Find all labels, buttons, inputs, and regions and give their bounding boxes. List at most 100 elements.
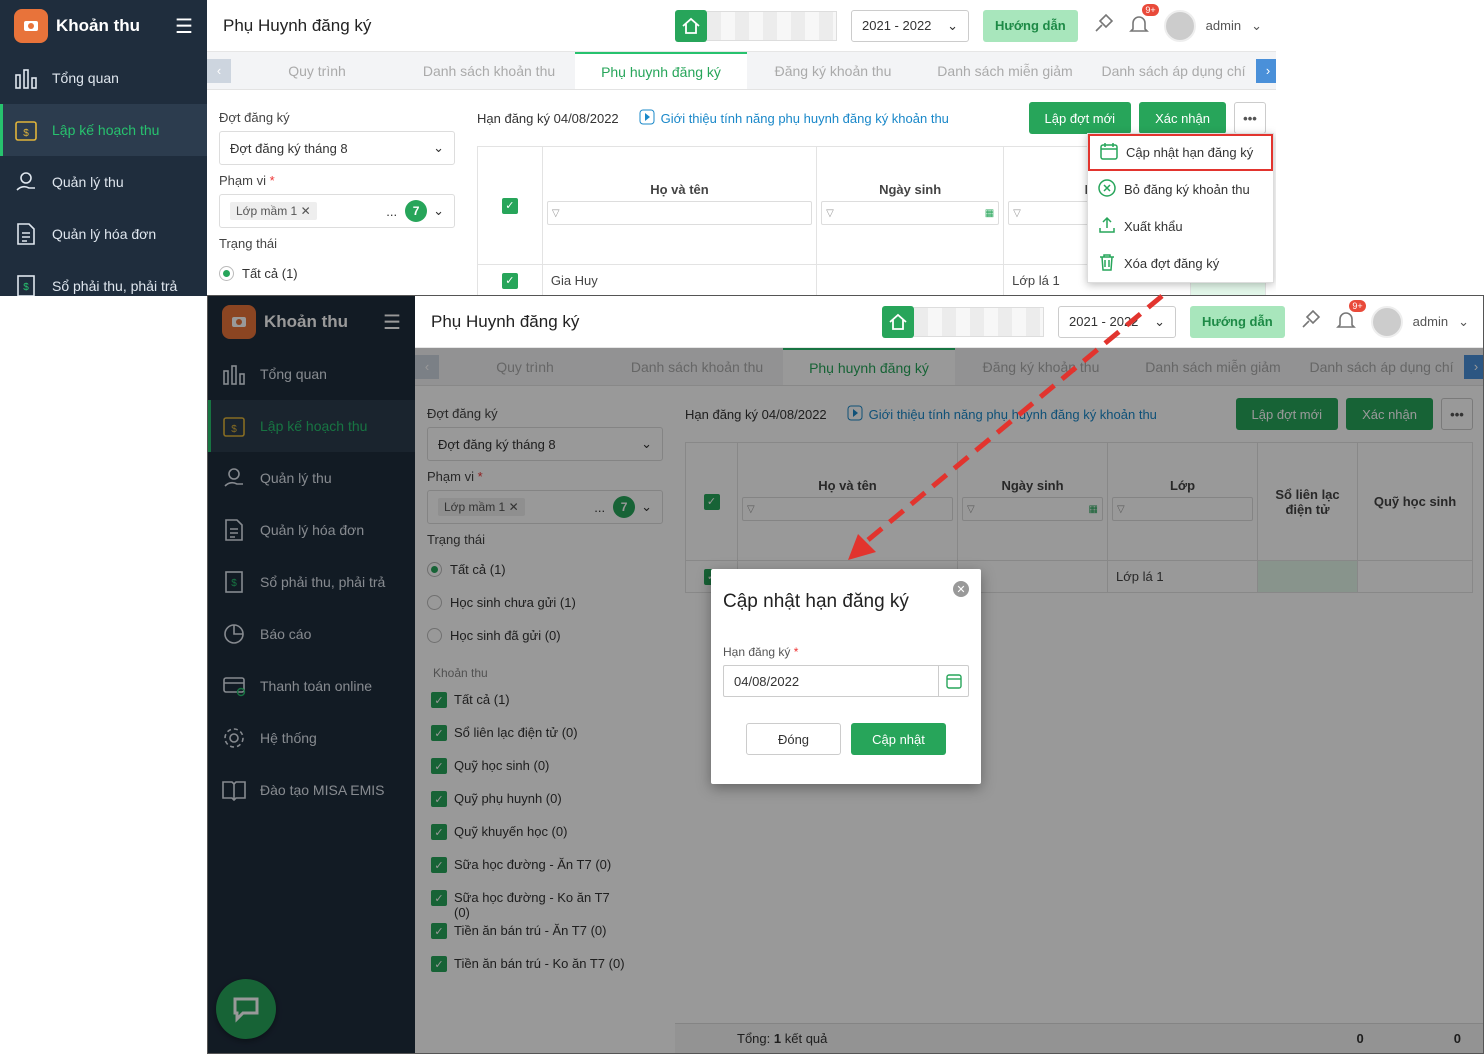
filter-input[interactable]: ▽ xyxy=(546,201,813,225)
school-year-value: 2021 - 2022 xyxy=(862,18,932,33)
filter-input[interactable]: ▽ ▦ xyxy=(821,201,1000,225)
filter-icon: ▽ xyxy=(1013,207,1021,219)
tab-dang-ky-khoan-thu[interactable]: Đăng ký khoản thu xyxy=(747,52,919,89)
hand-coin-icon xyxy=(12,168,40,196)
sidebar-item-quan-ly-hoa-don[interactable]: Quản lý hóa đơn xyxy=(0,208,207,260)
period-select[interactable]: Đợt đăng ký tháng 8 ⌄ xyxy=(219,131,455,165)
period-label: Đợt đăng ký xyxy=(219,110,290,125)
home-icon[interactable] xyxy=(882,305,915,338)
school-year-value: 2021 - 2022 xyxy=(1069,314,1139,329)
close-button[interactable]: Đóng xyxy=(746,723,841,755)
menu-item-export[interactable]: Xuất khẩu xyxy=(1088,208,1273,245)
school-year-select[interactable]: 2021 - 2022 ⌄ xyxy=(851,9,970,42)
cancel-circle-icon xyxy=(1098,179,1116,200)
select-all-cell: ✓ xyxy=(477,146,543,265)
status-radio-all[interactable]: Tất cả (1) xyxy=(219,257,455,290)
column-title: Họ và tên xyxy=(650,182,709,197)
intro-link-text: Giới thiệu tính năng phụ huynh đăng ký k… xyxy=(660,110,949,126)
update-deadline-dialog: Cập nhật hạn đăng ký ✕ Hạn đăng ký * 04/… xyxy=(711,569,981,784)
notification-badge: 9+ xyxy=(1142,4,1159,16)
app-name: Khoản thu xyxy=(56,16,141,35)
topbar: Phụ Huynh đăng ký 2021 - 2022 ⌄ Hướng dẫn… xyxy=(207,0,1276,52)
export-icon xyxy=(1098,216,1116,237)
select-all-checkbox[interactable]: ✓ xyxy=(501,197,518,214)
close-icon[interactable]: ✕ xyxy=(953,581,969,597)
deadline-date-input[interactable]: 04/08/2022 xyxy=(723,665,969,697)
more-button[interactable]: ••• xyxy=(1234,102,1266,134)
sidebar-item-quan-ly-thu[interactable]: Quản lý thu xyxy=(0,156,207,208)
menu-toggle-icon[interactable]: ☰ xyxy=(175,14,193,39)
home-icon[interactable] xyxy=(675,9,708,42)
sidebar-item-label: Sổ phải thu, phải trả xyxy=(52,278,178,294)
trash-icon xyxy=(1098,253,1116,274)
tab-danh-sach-ap-dung[interactable]: Danh sách áp dụng chí xyxy=(1091,52,1256,89)
ledger-icon: $ xyxy=(12,272,40,296)
tab-scroll-left-icon[interactable]: ‹ xyxy=(207,58,231,83)
avatar xyxy=(1370,305,1403,338)
date-value: 04/08/2022 xyxy=(734,673,800,689)
app-logo-icon xyxy=(14,9,48,43)
menu-item-label: Bỏ đăng ký khoản thu xyxy=(1124,182,1250,197)
required-mark: * xyxy=(269,173,275,188)
page-title: Phụ Huynh đăng ký xyxy=(223,15,372,35)
scope-label: Phạm vi xyxy=(219,173,266,188)
school-year-select[interactable]: 2021 - 2022 ⌄ xyxy=(1058,305,1177,338)
scope-more: ... xyxy=(386,203,398,219)
sidebar-item-lap-ke-hoach-thu[interactable]: $ Lập kế hoạch thu xyxy=(0,104,207,156)
sidebar: Khoản thu ☰ Tổng quan $ Lập kế hoạch thu … xyxy=(0,0,207,296)
school-name-redacted xyxy=(707,10,838,41)
sidebar-item-label: Quản lý thu xyxy=(52,174,124,190)
scope-chip-label: Lớp mầm 1 xyxy=(236,204,298,218)
user-menu[interactable]: admin ⌄ xyxy=(1370,305,1469,338)
sidebar-item-label: Lập kế hoạch thu xyxy=(52,122,160,138)
scope-select[interactable]: Lớp mầm 1 ✕... 7 ⌄ xyxy=(219,194,455,228)
filter-panel: Đợt đăng ký Đợt đăng ký tháng 8 ⌄ Phạm vi… xyxy=(207,90,467,296)
new-period-button[interactable]: Lập đợt mới xyxy=(1028,102,1132,134)
tab-quy-trinh[interactable]: Quy trình xyxy=(231,52,403,89)
row-checkbox[interactable]: ✓ xyxy=(501,272,518,289)
tab-danh-sach-mien-giam[interactable]: Danh sách miễn giảm xyxy=(919,52,1091,89)
guide-button[interactable]: Hướng dẫn xyxy=(983,9,1078,42)
pin-icon[interactable] xyxy=(1299,309,1321,334)
chevron-down-icon: ⌄ xyxy=(433,140,444,155)
intro-link[interactable]: Giới thiệu tính năng phụ huynh đăng ký k… xyxy=(639,109,949,128)
school-name-redacted xyxy=(914,306,1045,337)
scope-chip[interactable]: Lớp mầm 1 ✕ xyxy=(230,202,317,220)
radio-icon xyxy=(219,266,234,281)
update-button[interactable]: Cập nhật xyxy=(851,723,946,755)
tab-danh-sach-khoan-thu[interactable]: Danh sách khoản thu xyxy=(403,52,575,89)
tab-phu-huynh-dang-ky[interactable]: Phụ huynh đăng ký xyxy=(575,52,747,89)
notification-bell-icon[interactable]: 9+ xyxy=(1335,300,1366,334)
chevron-down-icon: ⌄ xyxy=(1458,313,1469,329)
invoice-icon xyxy=(12,220,40,248)
chevron-down-icon: ⌄ xyxy=(433,203,444,218)
calendar-money-icon: $ xyxy=(12,116,40,144)
scope-count-badge: 7 xyxy=(405,200,428,222)
sidebar-item-label: Tổng quan xyxy=(52,70,119,86)
required-mark: * xyxy=(793,645,799,659)
calendar-icon[interactable] xyxy=(938,666,968,696)
page-title: Phụ Huynh đăng ký xyxy=(431,311,580,331)
tab-scroll-right-icon[interactable]: › xyxy=(1256,58,1276,83)
calendar-icon[interactable]: ▦ xyxy=(985,208,994,219)
sidebar-item-tong-quan[interactable]: Tổng quan xyxy=(0,52,207,104)
guide-button[interactable]: Hướng dẫn xyxy=(1190,305,1285,338)
menu-item-label: Xuất khẩu xyxy=(1124,219,1183,234)
deadline-field-label: Hạn đăng ký * xyxy=(723,645,969,659)
filter-icon: ▽ xyxy=(826,207,834,219)
tab-bar: ‹ Quy trình Danh sách khoản thu Phụ huyn… xyxy=(207,52,1276,90)
menu-item-label: Cập nhật hạn đăng ký xyxy=(1126,145,1254,160)
svg-text:$: $ xyxy=(23,128,29,139)
user-menu[interactable]: admin ⌄ xyxy=(1163,9,1262,42)
menu-item-cancel-registration[interactable]: Bỏ đăng ký khoản thu xyxy=(1088,171,1273,208)
screenshot-dropdown-menu: Khoản thu ☰ Tổng quan $ Lập kế hoạch thu … xyxy=(0,0,1276,296)
sidebar-item-so-phai-thu[interactable]: $ Sổ phải thu, phải trả xyxy=(0,260,207,296)
notification-bell-icon[interactable]: 9+ xyxy=(1128,4,1159,38)
pin-icon[interactable] xyxy=(1092,13,1114,38)
more-actions-menu: Cập nhật hạn đăng ký Bỏ đăng ký khoản th… xyxy=(1087,133,1274,283)
menu-item-delete-period[interactable]: Xóa đợt đăng ký xyxy=(1088,245,1273,282)
cell-name: Gia Huy xyxy=(541,264,818,296)
confirm-button[interactable]: Xác nhận xyxy=(1139,102,1226,134)
row-checkbox-cell: ✓ xyxy=(477,264,543,296)
menu-item-update-deadline[interactable]: Cập nhật hạn đăng ký xyxy=(1088,134,1273,171)
